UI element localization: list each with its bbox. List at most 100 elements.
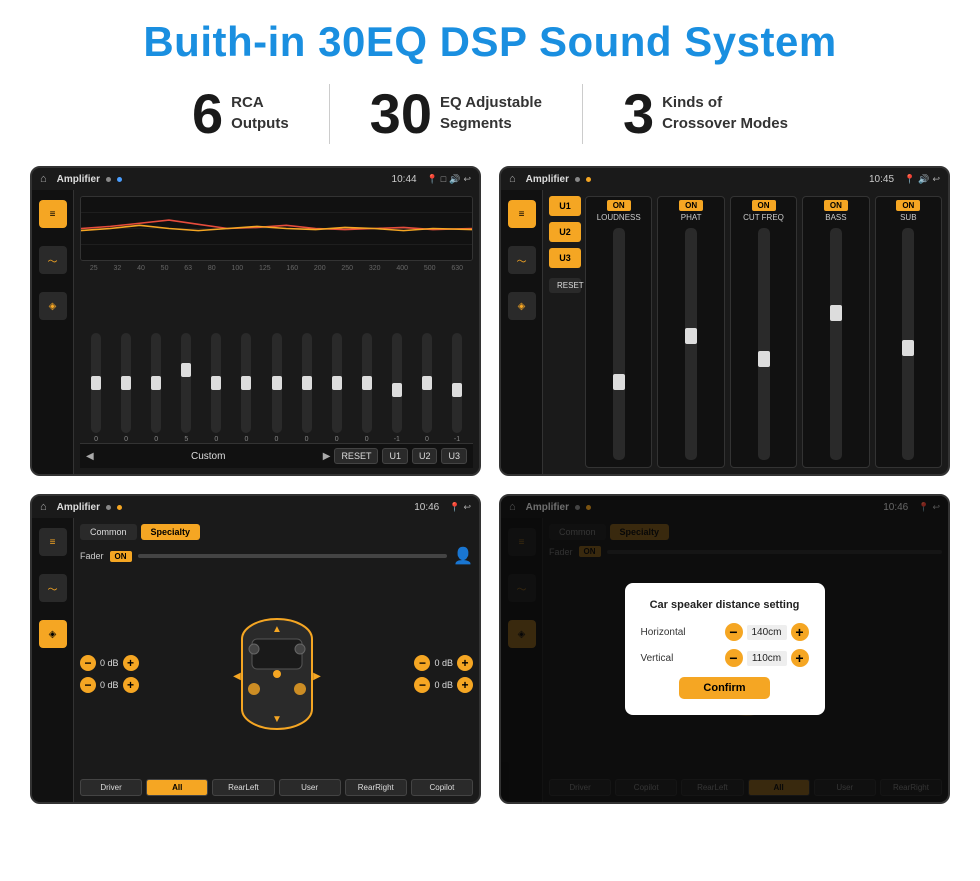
u1-btn[interactable]: U1: [382, 448, 408, 464]
preset-u3[interactable]: U3: [549, 248, 581, 268]
btn-driver[interactable]: Driver: [80, 779, 142, 796]
ch-phat-toggle[interactable]: ON: [679, 200, 703, 211]
fader-on-btn[interactable]: ON: [110, 551, 132, 562]
vol-plus-rl[interactable]: +: [123, 677, 139, 693]
status-dot-1: [106, 177, 111, 182]
camera-icon: □: [441, 174, 446, 184]
back-icon: ↩: [463, 174, 471, 185]
app-title-1: Amplifier: [57, 174, 100, 185]
screen-eq: ⌂ Amplifier 10:44 📍 □ 🔊 ↩ ≡ 〜 ◈: [30, 166, 481, 476]
spk-tabs: Common Specialty: [80, 524, 473, 540]
ch-sub-label: SUB: [900, 213, 916, 222]
ch-sub-slider[interactable]: [902, 228, 914, 460]
cross-channels: ON LOUDNESS ON PHAT: [585, 196, 942, 468]
spk-left-vols: − 0 dB + − 0 dB +: [80, 574, 139, 773]
spk-main: Common Specialty Fader ON 👤 − 0 dB: [74, 518, 479, 802]
vertical-minus-btn[interactable]: −: [725, 649, 743, 667]
vol-minus-fr[interactable]: −: [414, 655, 430, 671]
btn-copilot[interactable]: Copilot: [411, 779, 473, 796]
status-dot-5: [106, 505, 111, 510]
eq-left-sidebar: ≡ 〜 ◈: [32, 190, 74, 474]
stat-eq-number: 30: [370, 86, 432, 142]
vol-minus-rr[interactable]: −: [414, 677, 430, 693]
vertical-plus-btn[interactable]: +: [791, 649, 809, 667]
status-dot-4: [586, 177, 591, 182]
preset-u1[interactable]: U1: [549, 196, 581, 216]
prev-btn[interactable]: ◀: [86, 451, 94, 462]
horizontal-plus-btn[interactable]: +: [791, 623, 809, 641]
ch-bass: ON BASS: [802, 196, 869, 468]
ch-cutfreq-slider[interactable]: [758, 228, 770, 460]
car-svg: ▲ ▼ ◀ ▶: [232, 614, 322, 734]
eq-preset-label: Custom: [98, 451, 319, 462]
vol-val-rl: 0 dB: [100, 680, 119, 690]
spk-wave-btn[interactable]: 〜: [39, 574, 67, 602]
vol-plus-fl[interactable]: +: [123, 655, 139, 671]
cross-eq-btn[interactable]: ≡: [508, 200, 536, 228]
vol-icon-2: 🔊: [918, 174, 929, 185]
wave-icon-btn[interactable]: 〜: [39, 246, 67, 274]
next-btn[interactable]: ▶: [323, 451, 331, 462]
btn-user[interactable]: User: [279, 779, 341, 796]
vertical-control: − 110cm +: [725, 649, 809, 667]
eq-icon-btn[interactable]: ≡: [39, 200, 67, 228]
ch-cutfreq-label: CUT FREQ: [743, 213, 784, 222]
u3-btn[interactable]: U3: [441, 448, 467, 464]
btn-rearleft[interactable]: RearLeft: [212, 779, 274, 796]
stat-rca: 6 RCAOutputs: [152, 86, 329, 142]
reset-btn-1[interactable]: RESET: [334, 448, 378, 464]
stat-crossover: 3 Kinds ofCrossover Modes: [583, 86, 828, 142]
horizontal-minus-btn[interactable]: −: [725, 623, 743, 641]
ch-loudness-label: LOUDNESS: [597, 213, 641, 222]
spk-eq-btn[interactable]: ≡: [39, 528, 67, 556]
vol-plus-fr[interactable]: +: [457, 655, 473, 671]
cross-reset-btn[interactable]: RESET: [549, 278, 581, 293]
ch-bass-toggle[interactable]: ON: [824, 200, 848, 211]
ch-loudness-slider[interactable]: [613, 228, 625, 460]
ch-sub-toggle[interactable]: ON: [896, 200, 920, 211]
ch-cutfreq: ON CUT FREQ: [730, 196, 797, 468]
tab-common[interactable]: Common: [80, 524, 137, 540]
ch-loudness: ON LOUDNESS: [585, 196, 652, 468]
confirm-button[interactable]: Confirm: [679, 677, 769, 699]
vol-minus-fl[interactable]: −: [80, 655, 96, 671]
spk-icon-btn[interactable]: ◈: [39, 292, 67, 320]
u2-btn[interactable]: U2: [412, 448, 438, 464]
horizontal-control: − 140cm +: [725, 623, 809, 641]
btn-all[interactable]: All: [146, 779, 208, 796]
ch-bass-slider[interactable]: [830, 228, 842, 460]
spk-spk-btn[interactable]: ◈: [39, 620, 67, 648]
ch-cutfreq-toggle[interactable]: ON: [752, 200, 776, 211]
fader-slider[interactable]: [138, 554, 448, 558]
dialog-vertical-row: Vertical − 110cm +: [641, 649, 809, 667]
pin-icon: 📍: [427, 174, 438, 185]
preset-u2[interactable]: U2: [549, 222, 581, 242]
status-bar-2: ⌂ Amplifier 10:45 📍 🔊 ↩: [501, 168, 948, 190]
ch-phat: ON PHAT: [657, 196, 724, 468]
vol-plus-rr[interactable]: +: [457, 677, 473, 693]
speaker-body: ≡ 〜 ◈ Common Specialty Fader ON 👤: [32, 518, 479, 802]
stat-eq: 30 EQ AdjustableSegments: [330, 86, 582, 142]
cross-presets: U1 U2 U3 RESET: [549, 196, 581, 468]
cross-spk-btn[interactable]: ◈: [508, 292, 536, 320]
home-icon-1: ⌂: [40, 173, 47, 185]
fader-row: Fader ON 👤: [80, 546, 473, 566]
vol-val-fr: 0 dB: [434, 658, 453, 668]
home-icon-2: ⌂: [509, 173, 516, 185]
tab-specialty[interactable]: Specialty: [141, 524, 201, 540]
vol-row-rr: − 0 dB +: [414, 677, 473, 693]
svg-text:▼: ▼: [272, 714, 282, 725]
cross-wave-btn[interactable]: 〜: [508, 246, 536, 274]
btn-rearright[interactable]: RearRight: [345, 779, 407, 796]
back-icon-3: ↩: [463, 502, 471, 513]
vol-minus-rl[interactable]: −: [80, 677, 96, 693]
eq-slider-1[interactable]: 0: [82, 333, 110, 443]
vol-row-fr: − 0 dB +: [414, 655, 473, 671]
fader-label: Fader: [80, 551, 104, 561]
ch-loudness-toggle[interactable]: ON: [607, 200, 631, 211]
ch-phat-slider[interactable]: [685, 228, 697, 460]
spk-right-vols: − 0 dB + − 0 dB +: [414, 574, 473, 773]
home-icon-3: ⌂: [40, 501, 47, 513]
status-dot-6: [117, 505, 122, 510]
eq-sliders: 0 0 0 5: [80, 276, 473, 443]
